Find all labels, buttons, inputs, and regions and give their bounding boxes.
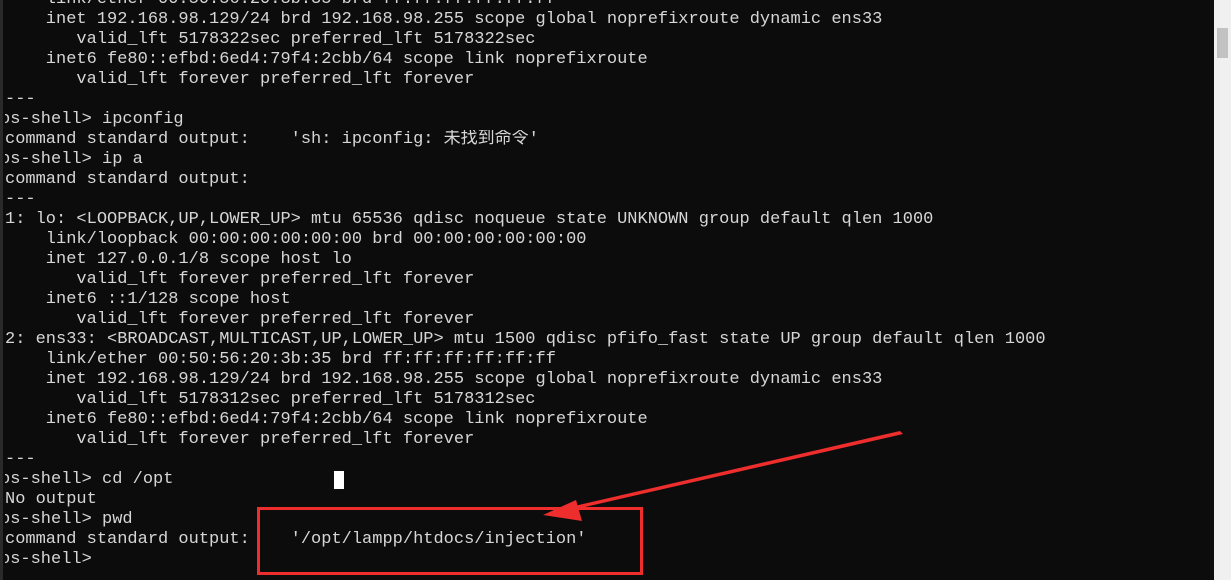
terminal-output-line: valid_lft forever preferred_lft forever	[5, 70, 1200, 90]
terminal-output-line: valid_lft forever preferred_lft forever	[5, 310, 1200, 330]
terminal-output-line: valid_lft forever preferred_lft forever	[5, 430, 1200, 450]
terminal-output-line: link/ether 00:50:56:20:3b:35 brd ff:ff:f…	[5, 350, 1200, 370]
terminal-line-text: valid_lft forever preferred_lft forever	[5, 310, 475, 329]
vertical-scrollbar[interactable]	[1214, 0, 1231, 580]
block-cursor-icon	[334, 471, 344, 489]
terminal-line-text: os-shell> ipconfig	[5, 110, 184, 129]
terminal-line-text: os-shell>	[5, 550, 103, 569]
scrollbar-thumb[interactable]	[1217, 28, 1228, 58]
terminal-output-line: inet6 fe80::efbd:6ed4:79f4:2cbb/64 scope…	[5, 50, 1200, 70]
terminal-line-text: 2: ens33: <BROADCAST,MULTICAST,UP,LOWER_…	[5, 330, 1046, 349]
terminal-line-text: command standard output: 'sh: ipconfig: …	[5, 130, 539, 149]
terminal-line-text: os-shell> cd /opt	[5, 470, 174, 489]
terminal-output-line: inet 192.168.98.129/24 brd 192.168.98.25…	[5, 10, 1200, 30]
terminal-line-text: link/ether 00:50:56:20:3b:35 brd ff:ff:f…	[5, 0, 556, 9]
terminal-output-line: inet 192.168.98.129/24 brd 192.168.98.25…	[5, 370, 1200, 390]
terminal-output-line: ---	[5, 190, 1200, 210]
terminal-line-text: os-shell> ip a	[5, 150, 143, 169]
terminal-output-line: link/ether 00:50:56:20:3b:35 brd ff:ff:f…	[5, 0, 1200, 10]
terminal-line-text: inet6 fe80::efbd:6ed4:79f4:2cbb/64 scope…	[5, 50, 648, 69]
terminal-line-text: inet6 fe80::efbd:6ed4:79f4:2cbb/64 scope…	[5, 410, 648, 429]
window-left-edge	[0, 0, 3, 580]
terminal-line-text: ---	[5, 190, 36, 209]
terminal-output-line: command standard output:	[5, 170, 1200, 190]
terminal-prompt-line: os-shell> ip a	[5, 150, 1200, 170]
terminal-window: link/ether 00:50:56:20:3b:35 brd ff:ff:f…	[0, 0, 1231, 580]
terminal-line-text: inet 192.168.98.129/24 brd 192.168.98.25…	[5, 10, 883, 29]
terminal-line-text: ---	[5, 90, 36, 109]
terminal-line-text: link/ether 00:50:56:20:3b:35 brd ff:ff:f…	[5, 350, 556, 369]
terminal-output-line: inet6 fe80::efbd:6ed4:79f4:2cbb/64 scope…	[5, 410, 1200, 430]
terminal-line-text: inet6 ::1/128 scope host	[5, 290, 291, 309]
terminal-prompt-line: os-shell> cd /opt	[5, 470, 1200, 490]
terminal-line-text: inet 127.0.0.1/8 scope host lo	[5, 250, 352, 269]
terminal-line-text: No output	[5, 490, 97, 509]
terminal-output-line: inet6 ::1/128 scope host	[5, 290, 1200, 310]
terminal-line-text: valid_lft 5178322sec preferred_lft 51783…	[5, 30, 536, 49]
terminal-output-line: command standard output: 'sh: ipconfig: …	[5, 130, 1200, 150]
terminal-output-line: inet 127.0.0.1/8 scope host lo	[5, 250, 1200, 270]
annotation-highlight-box	[257, 507, 643, 575]
terminal-line-text: command standard output:	[5, 170, 250, 189]
terminal-line-text: inet 192.168.98.129/24 brd 192.168.98.25…	[5, 370, 883, 389]
terminal-prompt-line: os-shell> ipconfig	[5, 110, 1200, 130]
terminal-line-text: valid_lft forever preferred_lft forever	[5, 70, 475, 89]
terminal-output-line: ---	[5, 450, 1200, 470]
terminal-line-text: link/loopback 00:00:00:00:00:00 brd 00:0…	[5, 230, 587, 249]
terminal-output-line: ---	[5, 90, 1200, 110]
terminal-line-text: ---	[5, 450, 36, 469]
terminal-line-text: valid_lft 5178312sec preferred_lft 51783…	[5, 390, 536, 409]
terminal-output-line: valid_lft forever preferred_lft forever	[5, 270, 1200, 290]
terminal-output-line: 1: lo: <LOOPBACK,UP,LOWER_UP> mtu 65536 …	[5, 210, 1200, 230]
terminal-output-line: valid_lft 5178322sec preferred_lft 51783…	[5, 30, 1200, 50]
terminal-line-text: valid_lft forever preferred_lft forever	[5, 270, 475, 289]
terminal-output-line: link/loopback 00:00:00:00:00:00 brd 00:0…	[5, 230, 1200, 250]
terminal-output-line: 2: ens33: <BROADCAST,MULTICAST,UP,LOWER_…	[5, 330, 1200, 350]
terminal-line-text: valid_lft forever preferred_lft forever	[5, 430, 475, 449]
terminal-output-line: valid_lft 5178312sec preferred_lft 51783…	[5, 390, 1200, 410]
terminal-line-text: os-shell> pwd	[5, 510, 133, 529]
terminal-line-text: 1: lo: <LOOPBACK,UP,LOWER_UP> mtu 65536 …	[5, 210, 934, 229]
terminal-output[interactable]: link/ether 00:50:56:20:3b:35 brd ff:ff:f…	[5, 0, 1200, 580]
